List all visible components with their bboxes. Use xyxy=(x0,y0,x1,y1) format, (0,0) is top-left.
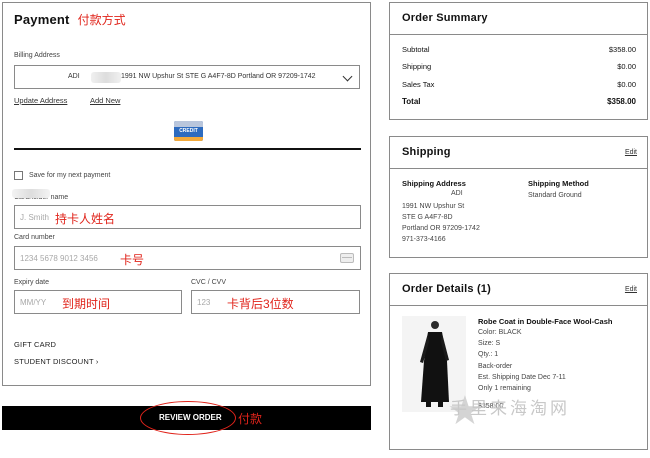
cvc-placeholder: 123 xyxy=(197,298,211,307)
card-icon xyxy=(340,253,354,263)
total-value: $358.00 xyxy=(607,97,636,106)
cvc-annotation: 卡背后3位数 xyxy=(227,297,294,311)
cardholder-annotation: 持卡人姓名 xyxy=(55,212,116,226)
billing-address-text: 1991 NW Upshur St STE G A4F7-8D Portland… xyxy=(121,73,316,80)
shipping-edit-link[interactable]: Edit xyxy=(625,149,637,156)
payment-panel: Payment 付款方式 Billing Address ADI 1991 NW … xyxy=(2,2,371,386)
cardholder-input[interactable]: J. Smith 持卡人姓名 xyxy=(14,205,361,229)
payment-heading: Payment 付款方式 xyxy=(14,11,126,28)
billing-address-select[interactable]: ADI 1991 NW Upshur St STE G A4F7-8D Port… xyxy=(14,65,360,89)
shipping-address-line-1: 1991 NW Upshur St xyxy=(402,203,465,210)
student-discount-link[interactable]: STUDENT DISCOUNT › xyxy=(14,357,99,366)
shipping-title: Shipping xyxy=(402,146,451,158)
product-qty: Qty.: 1 xyxy=(478,351,499,358)
summary-row-value: $358.00 xyxy=(608,45,636,54)
cvc-input[interactable]: 123 卡背后3位数 xyxy=(191,290,360,314)
card-number-annotation: 卡号 xyxy=(120,253,145,267)
details-divider xyxy=(390,305,647,306)
chevron-right-icon: › xyxy=(95,357,99,366)
summary-row-tax: Sales Tax $0.00 xyxy=(402,80,636,89)
gift-card-link[interactable]: GIFT CARD xyxy=(14,340,56,349)
shipping-phone: 971-373-4166 xyxy=(402,236,446,243)
card-tab-underline xyxy=(14,148,361,150)
payment-title: Payment xyxy=(14,12,70,27)
billing-address-label: Billing Address xyxy=(14,52,60,59)
summary-row-total: Total $358.00 xyxy=(402,97,636,106)
card-stripe xyxy=(174,137,203,141)
billing-name: ADI xyxy=(68,73,80,80)
card-number-input[interactable]: 1234 5678 9012 3456 卡号 xyxy=(14,246,361,270)
order-summary-title: Order Summary xyxy=(402,12,488,24)
shipping-address-heading: Shipping Address xyxy=(402,179,466,188)
product-size: Size: S xyxy=(478,340,501,347)
redacted-name xyxy=(91,72,121,83)
shipping-method-heading: Shipping Method xyxy=(528,179,589,188)
summary-row-value: $0.00 xyxy=(617,62,636,71)
update-address-link[interactable]: Update Address xyxy=(14,96,67,105)
product-remaining: Only 1 remaining xyxy=(478,385,531,392)
redacted-name xyxy=(12,189,50,198)
summary-row-label: Sales Tax xyxy=(402,80,435,89)
details-edit-link[interactable]: Edit xyxy=(625,286,637,293)
expiry-placeholder: MM/YY xyxy=(20,298,47,307)
chevron-down-icon xyxy=(342,71,353,82)
expiry-label: Expiry date xyxy=(14,279,50,286)
card-number-label: Card number xyxy=(14,234,55,241)
shipping-panel: Shipping Edit Shipping Address ADI 1991 … xyxy=(389,136,648,258)
credit-card-icon: CREDIT xyxy=(179,128,198,134)
add-new-address-link[interactable]: Add New xyxy=(90,96,120,105)
summary-row-subtotal: Subtotal $358.00 xyxy=(402,45,636,54)
shipping-name: ADI xyxy=(451,190,463,197)
card-number-placeholder: 1234 5678 9012 3456 xyxy=(20,254,98,263)
card-band xyxy=(174,121,203,127)
product-ship-date: Est. Shipping Date Dec 7-11 xyxy=(478,374,566,381)
expiry-annotation: 到期时间 xyxy=(62,297,111,311)
order-summary-panel: Order Summary Subtotal $358.00 Shipping $0… xyxy=(389,2,648,120)
review-annotation: 付款 xyxy=(238,412,263,426)
summary-row-label: Subtotal xyxy=(402,45,430,54)
order-details-title: Order Details (1) xyxy=(402,283,491,295)
summary-row-value: $0.00 xyxy=(617,80,636,89)
expiry-input[interactable]: MM/YY 到期时间 xyxy=(14,290,182,314)
watermark: 手里来海淘网 xyxy=(450,399,570,419)
student-discount-label: STUDENT DISCOUNT xyxy=(14,357,94,366)
cvc-label: CVC / CVV xyxy=(191,279,227,286)
shipping-method: Standard Ground xyxy=(528,192,582,199)
save-payment-label: Save for my next payment xyxy=(29,172,111,179)
cardholder-placeholder: J. Smith xyxy=(20,213,49,222)
summary-row-label: Shipping xyxy=(402,62,432,71)
shipping-address-line-2: STE G A4F7-8D xyxy=(402,214,453,221)
save-payment-checkbox[interactable] xyxy=(14,171,23,180)
total-label: Total xyxy=(402,97,421,106)
order-details-panel: Order Details (1) Edit Robe Coat in Doub… xyxy=(389,273,648,450)
payment-title-annotation: 付款方式 xyxy=(77,13,126,27)
product-name[interactable]: Robe Coat in Double-Face Wool-Cash xyxy=(478,317,612,326)
summary-divider xyxy=(390,34,647,35)
summary-row-shipping: Shipping $0.00 xyxy=(402,62,636,71)
product-color: Color: BLACK xyxy=(478,329,522,336)
annotation-circle xyxy=(140,401,236,435)
product-backorder: Back-order xyxy=(478,363,513,370)
credit-card-tab[interactable]: CREDIT xyxy=(174,121,203,141)
shipping-divider xyxy=(390,168,647,169)
shipping-address-line-3: Portland OR 97209-1742 xyxy=(402,225,480,232)
